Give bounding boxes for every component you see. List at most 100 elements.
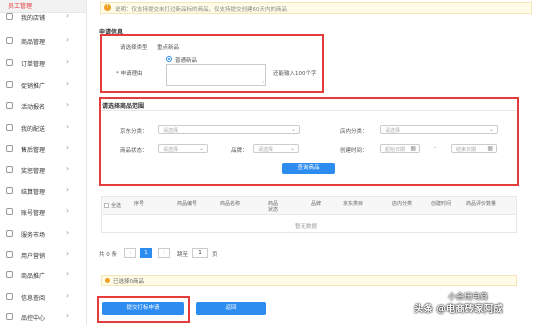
status-select[interactable]: 请选择 ⌄ [158,144,208,153]
reason-textarea[interactable]: ⌟ [166,64,266,86]
shop-category-placeholder: 请选择 [385,128,401,134]
sidebar-item-label: 商品管理 [21,39,46,46]
next-page-button[interactable]: › [158,248,170,258]
start-date-input[interactable]: 起始日期 ▦ [380,144,420,153]
chevron-down-icon: ⌄ [290,126,296,133]
sidebar-item-label: 我的配送 [21,126,46,133]
notice-bar: ! 说明：仅支持提交未打过新品标的商品，仅支持提交创建60天内的商品 [100,2,532,14]
sidebar-item[interactable]: 售后管理 › [0,142,86,156]
sidebar-item[interactable]: 订单管理 › [0,56,86,70]
calendar-icon: ▦ [487,145,493,152]
watermark-text: 头条 @电商砖家阿成 [414,304,503,315]
table-column-header: 品牌 [310,201,321,207]
jd-category-placeholder: 请选择 [163,128,179,134]
chevron-right-icon: › [66,100,70,109]
divider [101,110,517,111]
chevron-right-icon: › [66,143,70,152]
chevron-down-icon: ⌄ [289,145,295,152]
sidebar-item[interactable]: 服务市场 › [0,227,86,241]
chevron-right-icon: › [66,57,70,66]
chevron-right-icon: › [66,249,70,258]
sidebar-item[interactable]: 我的配送 › [0,121,86,135]
start-date-placeholder: 起始日期 [385,147,406,153]
chevron-right-icon: › [66,164,70,173]
table-column-header: 序号 [133,201,144,207]
status-placeholder: 请选择 [163,147,179,153]
goto-page-input[interactable]: 1 [192,248,208,258]
sidebar-item[interactable]: 账号管理 › [0,205,86,219]
sidebar-item-label: 我的店铺 [21,15,46,22]
prev-page-button[interactable]: ‹ [124,248,136,258]
char-count: 还能输入100个字 [273,71,317,77]
chevron-right-icon: › [66,291,70,300]
shop-category-select[interactable]: 请选择 ⌄ [380,125,498,134]
filters-section-title: 请选择商品范围 [102,103,145,110]
menu-icon [6,208,13,215]
chevron-right-icon: › [66,311,70,320]
sidebar-item[interactable]: 商品管理 › [0,34,86,48]
chevron-right-icon: › [66,185,70,194]
chevron-down-icon: ⌄ [488,126,494,133]
selected-notice: 已选择0商品 [101,275,517,286]
chevron-right-icon: › [66,206,70,215]
table-column-header: 商品评价数量 [466,201,497,207]
menu-icon [6,293,13,300]
sidebar-item[interactable]: 品控中心 › [0,310,86,324]
sidebar-item[interactable]: 我的店铺 › [0,10,86,24]
menu-icon [6,187,13,194]
menu-icon [6,166,13,173]
main-content: ! 说明：仅支持提交未打过新品标的商品，仅支持提交创建60天内的商品 申请信息 … [95,0,535,325]
type-value: 重点新品 [157,45,180,51]
query-button[interactable]: 查询商品 [282,163,335,174]
sidebar-item[interactable]: 信息查阅 › [0,290,86,304]
radio-normal-new-label: 普通新品 [175,58,198,64]
sidebar-item[interactable]: 活动报名 › [0,99,86,113]
type-label: 请选择类型 [120,45,148,51]
menu-icon [6,230,13,237]
menu-icon [6,251,13,258]
brand-select[interactable]: 请选择 ⌄ [253,144,299,153]
chevron-right-icon: › [66,11,70,20]
menu-icon [6,13,13,20]
table-column-header: 商品状态 [267,201,278,213]
end-date-input[interactable]: 结束日期 ▦ [451,144,497,153]
table-empty-text: 暂无数据 [295,224,318,230]
chevron-right-icon: › [66,79,70,88]
sidebar-item[interactable]: 用户营销 › [0,248,86,262]
chevron-right-icon: › [66,122,70,131]
back-button[interactable]: 返回 [196,302,266,315]
brand-placeholder: 请选择 [258,147,274,153]
sidebar-item-label: 售后管理 [21,147,46,154]
sidebar-item[interactable]: 商品推广 › [0,268,86,282]
submit-tag-request-button[interactable]: 提交打标申请 [102,302,184,315]
created-label: 创建时间： [340,148,368,154]
sidebar-item[interactable]: 结算管理 › [0,184,86,198]
sidebar-item[interactable]: 促销推广 › [0,78,86,92]
jd-category-label: 京东分类： [120,129,148,135]
menu-icon [6,81,13,88]
reason-label: * 申请理由 [116,71,143,77]
select-all-label: 全选 [111,203,122,209]
select-all-checkbox[interactable] [104,203,109,208]
menu-icon [6,313,13,320]
menu-icon [6,124,13,131]
page-unit-label: 页 [212,252,218,258]
chevron-right-icon: › [66,35,70,44]
selected-text: 已选择0商品 [113,279,144,285]
sidebar-item-label: 结算管理 [21,189,46,196]
goto-label: 跳至 [177,252,189,258]
menu-icon [6,37,13,44]
jd-category-select[interactable]: 请选择 ⌄ [158,125,300,134]
calendar-icon: ▦ [410,145,416,152]
sidebar-item[interactable]: 奖惩管理 › [0,163,86,177]
sidebar-item-label: 品控中心 [21,315,46,322]
notice-text: 说明：仅支持提交未打过新品标的商品，仅支持提交创建60天内的商品 [115,7,288,13]
resize-handle-icon: ⌟ [261,78,264,84]
warning-icon [105,278,110,283]
page-1-button[interactable]: 1 [140,248,152,258]
chevron-right-icon: › [66,228,70,237]
sidebar-header-label: 员工管理 [8,3,33,10]
chevron-down-icon: ⌄ [198,145,204,152]
radio-normal-new[interactable] [166,56,172,62]
end-date-placeholder: 结束日期 [456,147,477,153]
